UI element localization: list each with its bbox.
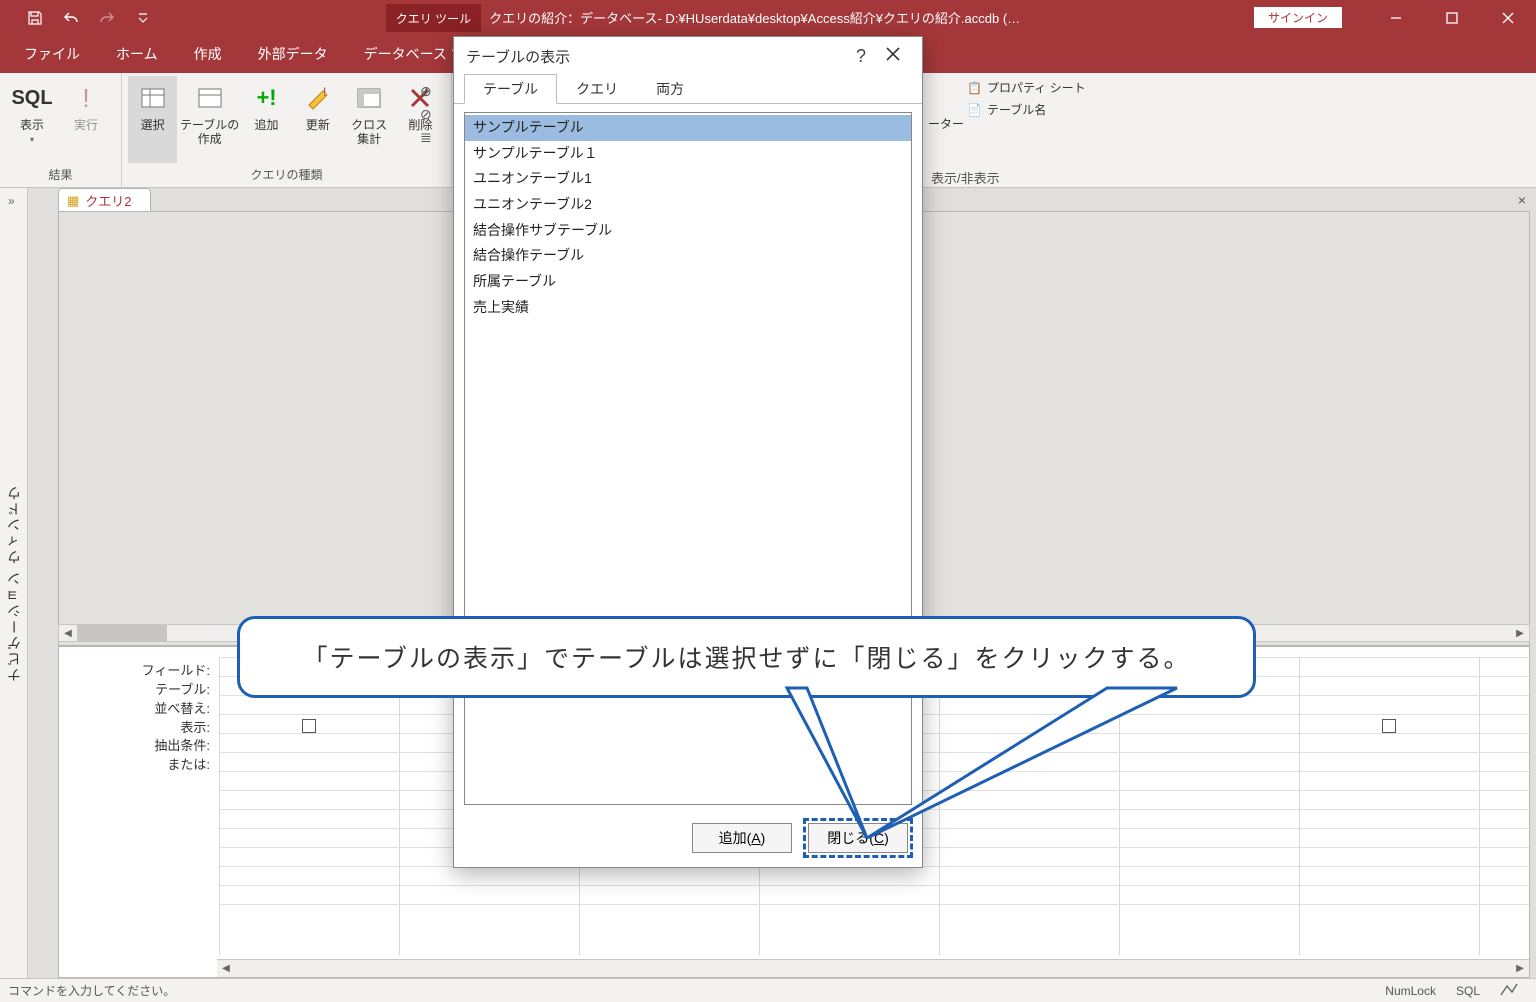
append-icon: +! — [256, 81, 276, 115]
show-checkbox[interactable] — [302, 719, 316, 733]
dialog-tab-query[interactable]: クエリ — [557, 74, 637, 104]
dialog-tab-table[interactable]: テーブル — [464, 74, 557, 104]
grid-label-field: フィールド: — [59, 662, 214, 681]
run-button: ! 実行 — [60, 76, 112, 163]
window-title: クエリの紹介：データベース- D:¥HUserdata¥desktop¥Acce… — [489, 8, 1020, 27]
document-tab[interactable]: ▦ クエリ2 — [58, 188, 151, 212]
status-design-view-icon[interactable] — [1490, 982, 1528, 999]
group-label-type: クエリの種類 — [128, 163, 445, 187]
data-definition-icon[interactable]: ≣ — [420, 129, 432, 146]
select-query-icon — [140, 81, 166, 115]
document-close-icon[interactable]: × — [1518, 192, 1526, 208]
close-button[interactable] — [1480, 0, 1536, 35]
run-icon: ! — [82, 81, 89, 115]
nav-expand-icon[interactable]: » — [8, 194, 15, 208]
scroll-left-icon[interactable]: ◀ — [59, 625, 77, 641]
list-item[interactable]: ユニオンテーブル1 — [465, 166, 911, 192]
table-name-icon: 📄 — [967, 103, 982, 117]
tab-home[interactable]: ホーム — [98, 36, 176, 73]
signin-button[interactable]: サインイン — [1254, 7, 1342, 28]
tab-external[interactable]: 外部データ — [240, 36, 346, 73]
contextual-tab-label: クエリ ツール — [386, 4, 481, 32]
grid-label-or: または: — [59, 756, 214, 775]
undo-icon[interactable] — [62, 9, 80, 27]
tab-create[interactable]: 作成 — [176, 36, 240, 73]
select-query-button[interactable]: 選択 — [128, 76, 177, 163]
callout-pointer-left — [787, 688, 867, 838]
dialog-tabs: テーブル クエリ 両方 — [454, 75, 922, 104]
scroll-right-icon[interactable]: ▶ — [1511, 960, 1529, 977]
query-icon: ▦ — [67, 193, 79, 209]
grid-label-show: 表示: — [59, 719, 214, 738]
list-item[interactable]: 所属テーブル — [465, 269, 911, 295]
list-item[interactable]: 売上実績 — [465, 295, 911, 321]
view-button[interactable]: SQL 表示 ▾ — [6, 76, 58, 163]
title-bar: クエリ ツール クエリの紹介：データベース- D:¥HUserdata¥desk… — [0, 0, 1536, 35]
quick-access-toolbar — [0, 9, 152, 27]
dialog-tab-both[interactable]: 両方 — [637, 74, 703, 104]
list-item[interactable]: 結合操作サブテーブル — [465, 218, 911, 244]
save-icon[interactable] — [26, 9, 44, 27]
update-icon: ! — [305, 81, 331, 115]
grid-label-criteria: 抽出条件: — [59, 737, 214, 756]
scroll-right-icon[interactable]: ▶ — [1511, 625, 1529, 641]
ribbon-collapse-icon[interactable]: ˆ — [1528, 59, 1532, 205]
property-sheet-button[interactable]: 📋 プロパティ シート — [967, 79, 1086, 96]
property-sheet-icon: 📋 — [967, 81, 982, 95]
group-label-result: 結果 — [6, 163, 115, 187]
maximize-button[interactable] — [1424, 0, 1480, 35]
append-button[interactable]: +! 追加 — [242, 76, 291, 163]
dropdown-icon: ▾ — [30, 135, 34, 145]
status-numlock: NumLock — [1375, 984, 1446, 998]
status-sql-view-icon[interactable]: SQL — [1446, 984, 1490, 998]
show-checkbox[interactable] — [1382, 719, 1396, 733]
scroll-left-icon[interactable]: ◀ — [217, 960, 235, 977]
navigation-pane-collapsed[interactable]: » ナビゲーション ウィンドウ — [0, 188, 28, 978]
dialog-close-icon[interactable] — [876, 43, 910, 69]
svg-text:!: ! — [323, 85, 326, 99]
redo-icon — [98, 9, 116, 27]
status-bar: コマンドを入力してください。 NumLock SQL — [0, 978, 1536, 1002]
scrollbar-thumb[interactable] — [77, 625, 167, 641]
grid-horizontal-scrollbar[interactable]: ◀ ▶ — [217, 959, 1529, 977]
make-table-icon — [197, 81, 223, 115]
instruction-callout: 「テーブルの表示」でテーブルは選択せずに「閉じる」をクリックする。 — [237, 616, 1256, 698]
grid-row-labels: フィールド: テーブル: 並べ替え: 表示: 抽出条件: または: — [59, 662, 214, 775]
union-query-icon[interactable]: ⊕ — [420, 83, 432, 100]
sql-icon: SQL — [11, 81, 52, 115]
document-tab-label: クエリ2 — [85, 191, 131, 210]
dialog-title: テーブルの表示 — [466, 46, 570, 67]
group-label-showhide: 表示/非表示 — [931, 168, 1000, 187]
update-button[interactable]: ! 更新 — [293, 76, 342, 163]
nav-pane-label: ナビゲーション ウィンドウ — [4, 484, 24, 682]
table-name-button[interactable]: 📄 テーブル名 — [967, 101, 1086, 118]
make-table-button[interactable]: テーブルの 作成 — [179, 76, 240, 163]
list-item[interactable]: サンプルテーブル — [465, 115, 911, 141]
grid-label-table: テーブル: — [59, 681, 214, 700]
grid-label-sort: 並べ替え: — [59, 700, 214, 719]
status-hint: コマンドを入力してください。 — [8, 982, 175, 999]
list-item[interactable]: サンプルテーブル１ — [465, 141, 911, 167]
tab-file[interactable]: ファイル — [6, 36, 98, 73]
dialog-help-icon[interactable]: ? — [846, 42, 876, 71]
minimize-button[interactable] — [1368, 0, 1424, 35]
crosstab-icon — [356, 81, 382, 115]
passthrough-icon[interactable]: ⊘ — [420, 106, 432, 123]
list-item[interactable]: 結合操作テーブル — [465, 243, 911, 269]
parameters-tail: ーター — [928, 115, 964, 132]
qat-customize-icon[interactable] — [134, 9, 152, 27]
callout-pointer-right — [867, 688, 1177, 838]
crosstab-button[interactable]: クロス 集計 — [344, 76, 393, 163]
list-item[interactable]: ユニオンテーブル2 — [465, 192, 911, 218]
